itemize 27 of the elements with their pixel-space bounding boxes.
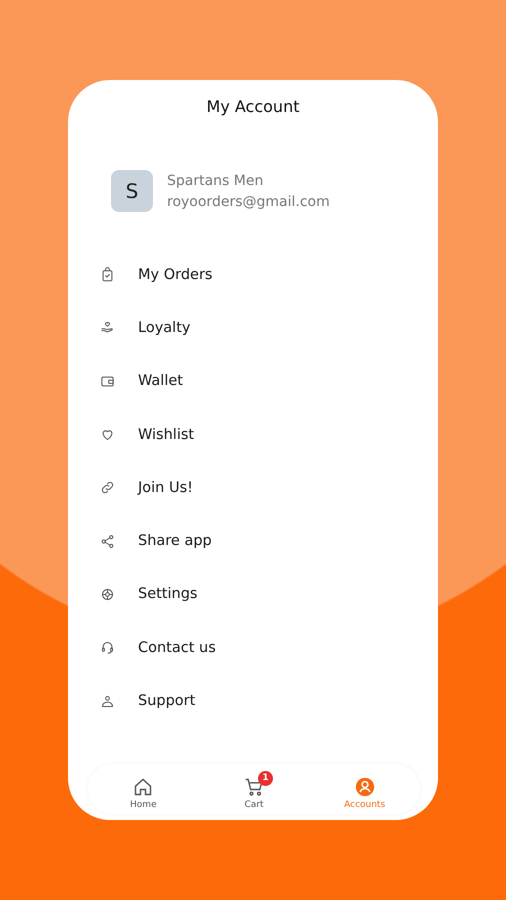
link-icon <box>100 480 115 496</box>
user-name: Spartans Men <box>167 172 264 188</box>
support-icon <box>100 694 115 709</box>
hand-heart-icon <box>100 320 115 336</box>
menu-item[interactable]: My Orders <box>138 266 212 283</box>
nav-tab[interactable]: 1 Cart <box>218 768 289 810</box>
avatar: S <box>111 170 153 212</box>
page-title: My Account <box>206 97 300 118</box>
menu-item[interactable]: Wishlist <box>138 426 194 443</box>
account-icon <box>354 776 375 796</box>
menu-item[interactable]: Loyalty <box>138 320 190 336</box>
home-icon <box>133 776 154 796</box>
share-icon <box>100 534 115 549</box>
menu-item[interactable]: Contact us <box>138 640 216 656</box>
bag-icon <box>100 267 115 282</box>
nav-tab[interactable]: Home <box>108 768 178 810</box>
menu-item[interactable]: Wallet <box>138 373 183 390</box>
wallet-icon <box>100 374 115 389</box>
user-email: royoorders@gmail.com <box>167 194 330 210</box>
cart-icon <box>244 776 264 796</box>
menu-item[interactable]: Share app <box>138 533 212 550</box>
menu-item[interactable]: Join Us! <box>138 480 193 496</box>
headset-icon <box>100 640 115 656</box>
count-badge: 1 <box>258 770 273 786</box>
settings-icon <box>100 586 115 602</box>
menu-item[interactable]: Settings <box>138 586 198 602</box>
menu-item[interactable]: Support <box>138 693 196 710</box>
